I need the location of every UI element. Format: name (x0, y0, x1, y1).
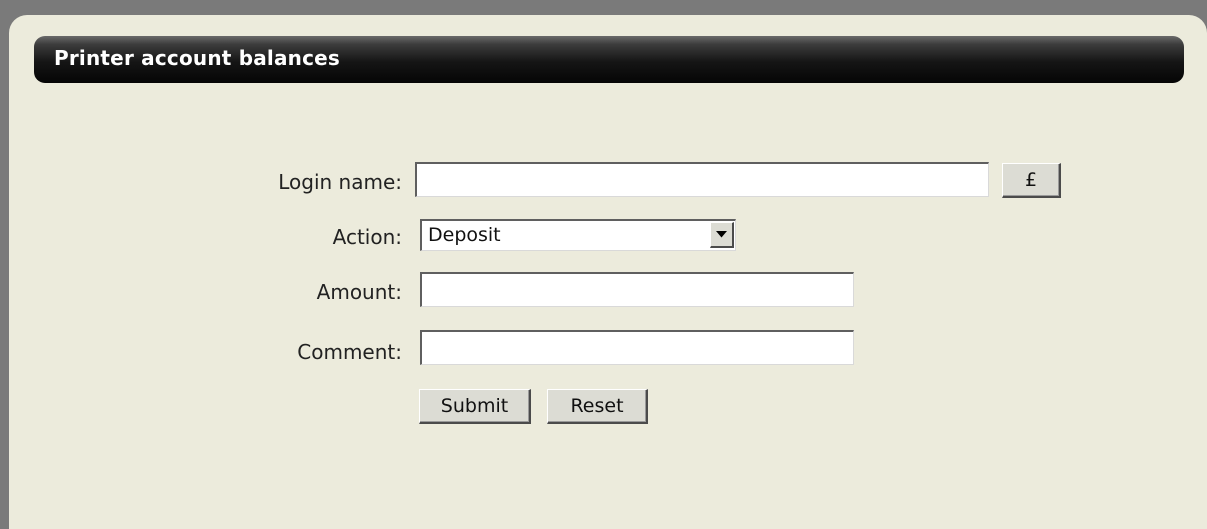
panel-header: Printer account balances (34, 36, 1184, 83)
amount-input[interactable] (420, 272, 854, 307)
comment-input[interactable] (420, 330, 854, 365)
amount-label: Amount: (316, 280, 402, 304)
login-name-input[interactable] (415, 162, 989, 197)
page-title: Printer account balances (54, 46, 341, 70)
reset-button[interactable]: Reset (547, 389, 648, 424)
login-name-label: Login name: (278, 170, 402, 194)
action-label: Action: (332, 225, 402, 249)
comment-label: Comment: (297, 340, 402, 364)
chevron-down-icon (716, 231, 727, 238)
submit-button[interactable]: Submit (419, 389, 531, 424)
action-select[interactable]: Deposit (420, 219, 736, 251)
dropdown-button[interactable] (710, 222, 734, 248)
currency-button[interactable]: £ (1002, 163, 1061, 198)
action-selected-value: Deposit (428, 224, 501, 246)
